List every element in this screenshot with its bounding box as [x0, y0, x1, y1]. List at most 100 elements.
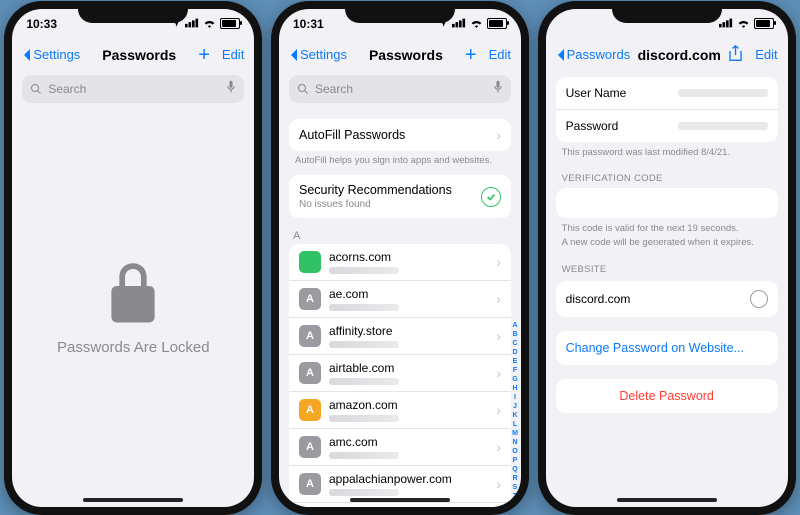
battery-icon	[487, 18, 507, 29]
battery-icon	[220, 18, 240, 29]
security-recommendations-cell[interactable]: Security Recommendations No issues found	[289, 175, 511, 218]
password-label: Password	[566, 119, 619, 133]
website-row[interactable]: discord.com	[556, 281, 778, 317]
username-redacted	[329, 489, 399, 496]
index-letter[interactable]: S	[510, 483, 520, 492]
index-letter[interactable]: O	[510, 447, 520, 456]
page-title: discord.com	[638, 47, 721, 63]
back-label: Settings	[33, 47, 80, 62]
edit-button[interactable]: Edit	[489, 47, 511, 62]
username-redacted	[329, 415, 399, 422]
password-row[interactable]: acorns.com›	[289, 244, 511, 281]
chevron-right-icon: ›	[496, 254, 501, 270]
chevron-left-icon	[22, 48, 31, 62]
index-letter[interactable]: J	[510, 402, 520, 411]
modified-note: This password was last modified 8/4/21.	[562, 147, 772, 160]
verification-code-cell[interactable]	[556, 188, 778, 218]
delete-password-button[interactable]: Delete Password	[556, 379, 778, 413]
page-title: Passwords	[102, 47, 176, 63]
site-favicon: A	[299, 362, 321, 384]
nav-bar: Passwords discord.com Edit	[546, 39, 788, 71]
index-letter[interactable]: P	[510, 456, 520, 465]
username-redacted	[329, 304, 399, 311]
share-button[interactable]	[728, 45, 743, 65]
search-icon	[30, 83, 42, 95]
index-letter[interactable]: N	[510, 438, 520, 447]
index-letter[interactable]: M	[510, 429, 520, 438]
wifi-icon	[203, 17, 216, 31]
verification-note-1: This code is valid for the next 19 secon…	[562, 223, 772, 236]
chevron-right-icon: ›	[496, 402, 501, 418]
password-row[interactable]: Password	[556, 110, 778, 142]
index-letter[interactable]: B	[510, 330, 520, 339]
index-letter[interactable]: L	[510, 420, 520, 429]
locked-message: Passwords Are Locked	[57, 339, 210, 356]
search-field[interactable]: Search	[289, 75, 511, 103]
site-name: ae.com	[329, 287, 488, 301]
change-password-button[interactable]: Change Password on Website...	[556, 331, 778, 365]
index-letter[interactable]: Q	[510, 465, 520, 474]
home-indicator[interactable]	[83, 498, 183, 502]
index-letter[interactable]: G	[510, 375, 520, 384]
index-letter[interactable]: U	[510, 501, 520, 507]
autofill-title: AutoFill Passwords	[299, 128, 405, 142]
verification-note-2: A new code will be generated when it exp…	[562, 237, 772, 250]
back-label: Settings	[300, 47, 347, 62]
chevron-left-icon	[289, 48, 298, 62]
battery-icon	[754, 18, 774, 29]
password-value-redacted	[678, 122, 768, 130]
index-letter[interactable]: T	[510, 492, 520, 501]
notch	[345, 1, 455, 23]
username-label: User Name	[566, 86, 627, 100]
site-favicon: A	[299, 325, 321, 347]
index-letter[interactable]: H	[510, 384, 520, 393]
phone-locked: 10:33 Settings	[4, 1, 262, 515]
index-letter[interactable]: D	[510, 348, 520, 357]
autofill-cell[interactable]: AutoFill Passwords ›	[289, 119, 511, 151]
username-value-redacted	[678, 89, 768, 97]
password-row[interactable]: Aairtable.com›	[289, 355, 511, 392]
home-indicator[interactable]	[617, 498, 717, 502]
lock-icon	[105, 261, 161, 327]
index-letter[interactable]: C	[510, 339, 520, 348]
chevron-right-icon: ›	[496, 127, 501, 143]
index-letter[interactable]: I	[510, 393, 520, 402]
search-placeholder: Search	[315, 82, 353, 96]
add-button[interactable]: +	[198, 45, 210, 65]
notch	[78, 1, 188, 23]
section-index[interactable]: ABCDEFGHIJKLMNOPQRSTUVWXYZ#	[510, 321, 520, 487]
back-button[interactable]: Passwords	[556, 47, 631, 62]
index-letter[interactable]: E	[510, 357, 520, 366]
back-button[interactable]: Settings	[289, 47, 347, 62]
password-row[interactable]: Aamc.com›	[289, 429, 511, 466]
index-letter[interactable]: F	[510, 366, 520, 375]
site-name: affinity.store	[329, 324, 488, 338]
site-name: appalachianpower.com	[329, 472, 488, 486]
username-row[interactable]: User Name	[556, 77, 778, 110]
password-row[interactable]: Aae.com›	[289, 281, 511, 318]
search-field[interactable]: Search	[22, 75, 244, 103]
edit-button[interactable]: Edit	[755, 47, 777, 62]
cell-signal-icon	[185, 17, 199, 31]
security-title: Security Recommendations	[299, 183, 452, 197]
chevron-right-icon: ›	[496, 365, 501, 381]
password-row[interactable]: Aaffinity.store›	[289, 318, 511, 355]
search-placeholder: Search	[48, 82, 86, 96]
safari-icon	[750, 290, 768, 308]
edit-button[interactable]: Edit	[222, 47, 244, 62]
password-row[interactable]: apple.com›	[289, 503, 511, 506]
home-indicator[interactable]	[350, 498, 450, 502]
index-letter[interactable]: K	[510, 411, 520, 420]
back-button[interactable]: Settings	[22, 47, 80, 62]
add-button[interactable]: +	[465, 45, 477, 65]
wifi-icon	[737, 17, 750, 31]
section-header-a: A	[293, 230, 507, 242]
index-letter[interactable]: A	[510, 321, 520, 330]
page-title: Passwords	[369, 47, 443, 63]
checkmark-icon	[481, 187, 501, 207]
dictation-icon[interactable]	[226, 80, 236, 97]
dictation-icon[interactable]	[493, 80, 503, 97]
index-letter[interactable]: R	[510, 474, 520, 483]
site-favicon: A	[299, 436, 321, 458]
password-row[interactable]: Aamazon.com›	[289, 392, 511, 429]
